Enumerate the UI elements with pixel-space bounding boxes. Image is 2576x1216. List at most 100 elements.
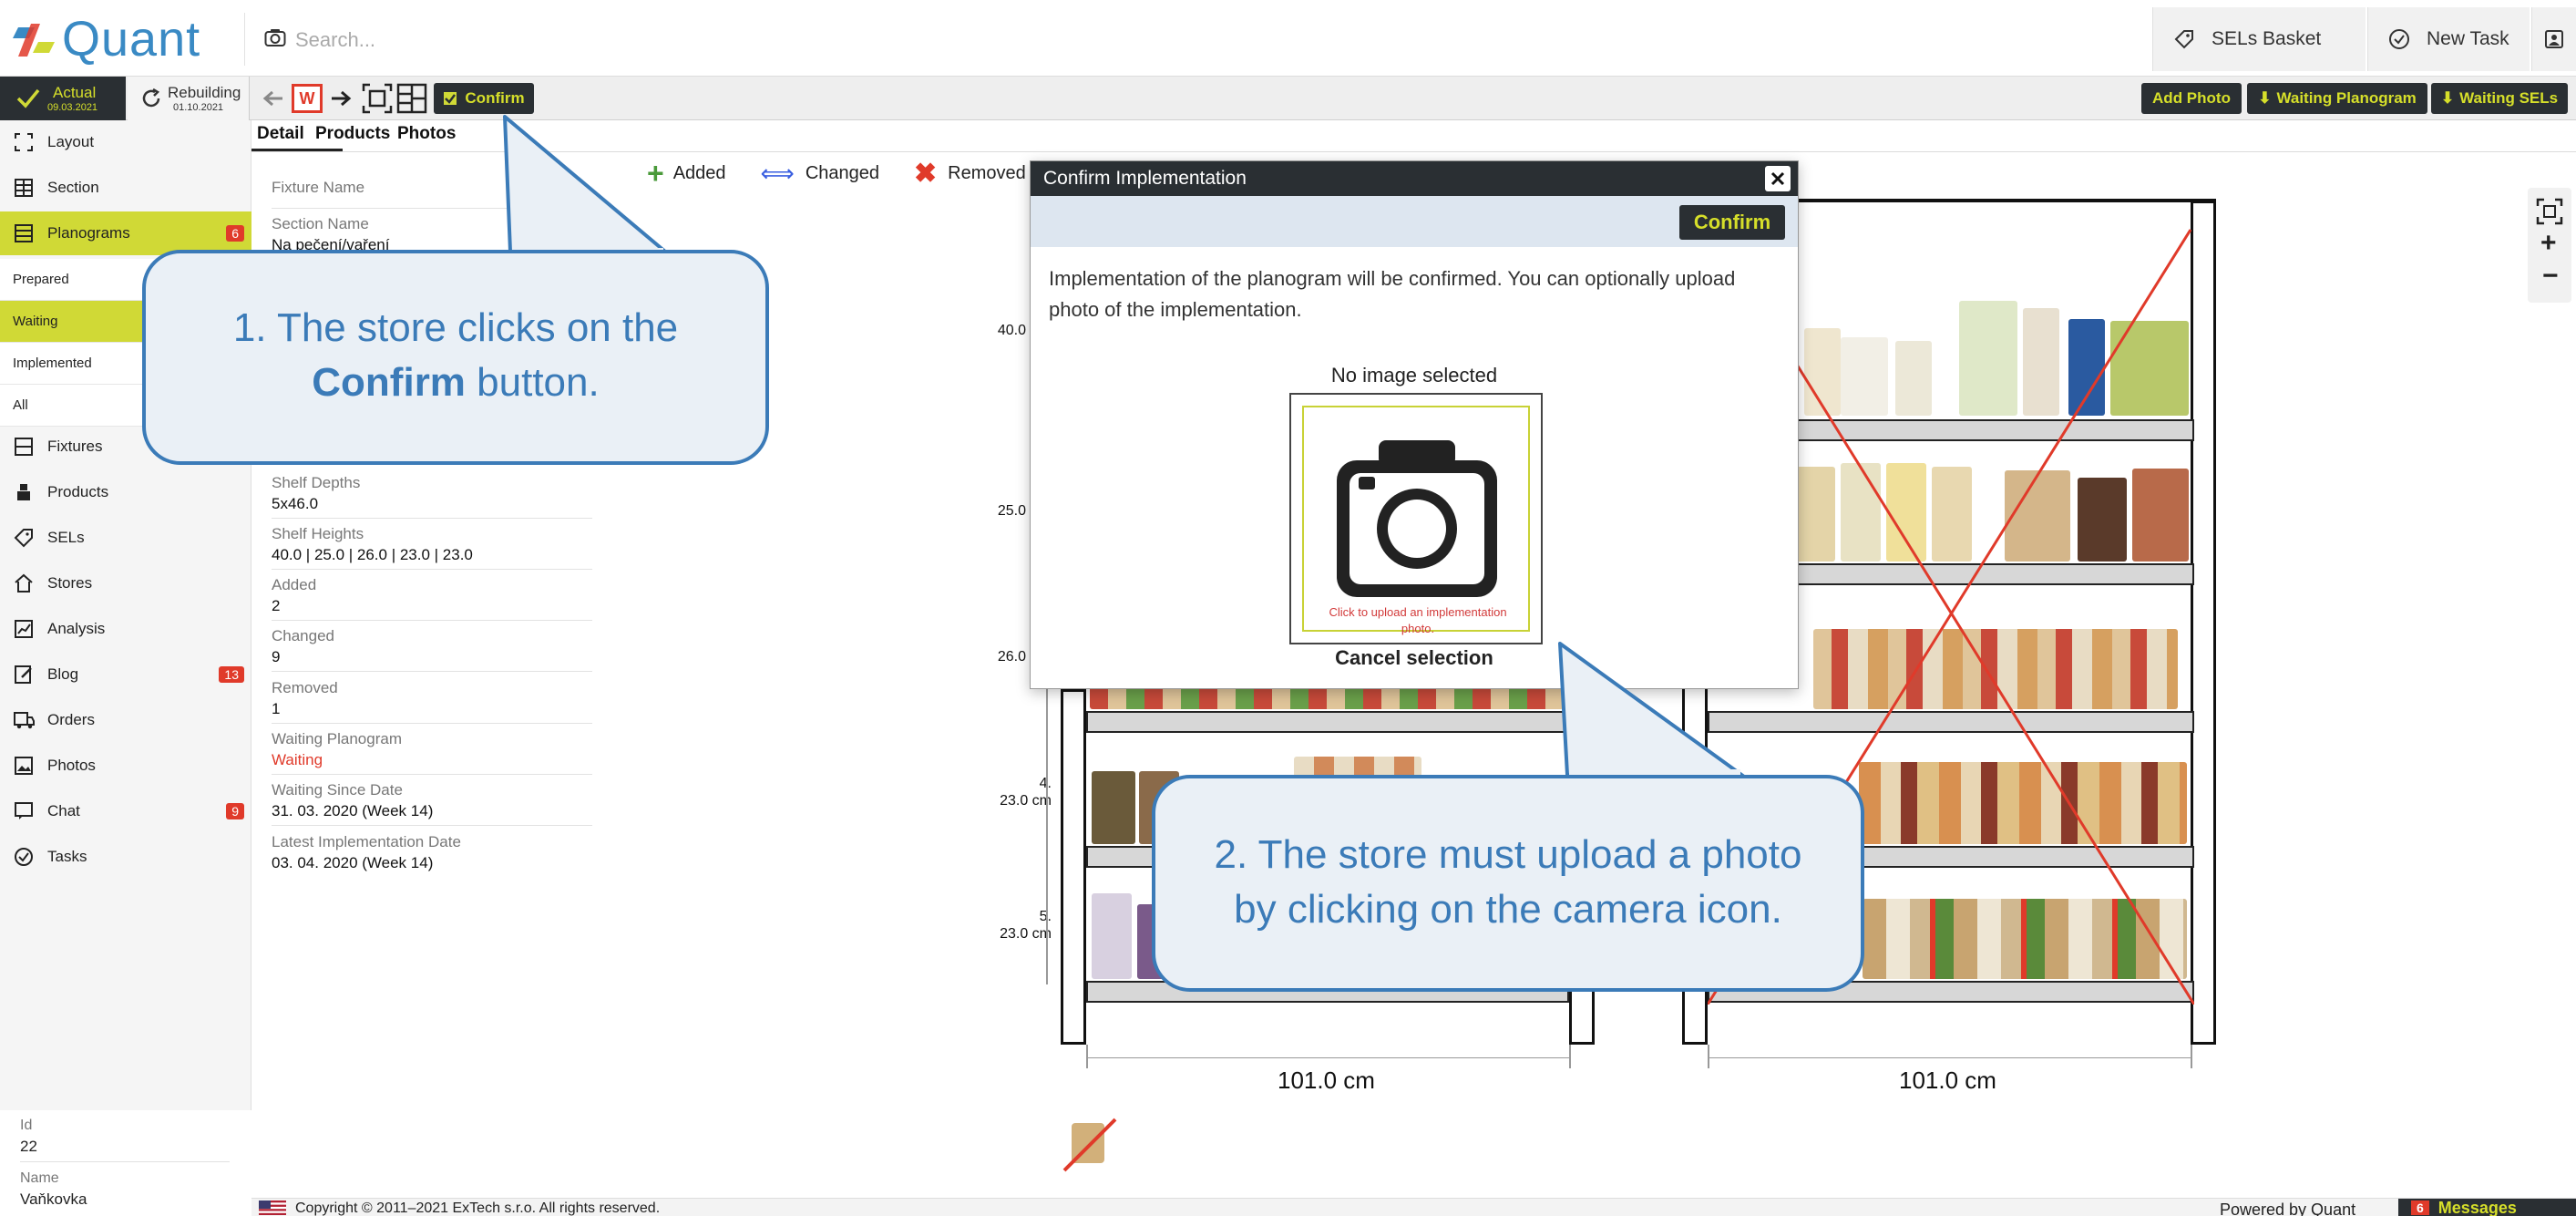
zoom-out-icon[interactable]: −: [2542, 261, 2559, 292]
refresh-icon: [142, 88, 160, 108]
sidebar-item-blog[interactable]: Blog 13: [0, 653, 251, 696]
shelf-depths-value: 5x46.0: [272, 495, 319, 512]
waiting-sels-button[interactable]: ⬇ Waiting SELs: [2431, 83, 2568, 114]
waiting-sels-label: Waiting SELs: [2459, 89, 2559, 107]
row-divider: [272, 671, 592, 672]
toolbar-confirm-button[interactable]: Confirm: [434, 83, 534, 114]
dimension-line: [1086, 1057, 1571, 1058]
row-divider: [272, 569, 592, 570]
layout-icon: [15, 133, 33, 151]
added-label: Added: [272, 576, 317, 593]
dimension-tick: [1708, 1045, 1709, 1068]
fit-view-icon[interactable]: [361, 82, 394, 115]
checkbox-icon: [444, 92, 457, 105]
row-divider: [272, 723, 592, 724]
search-input[interactable]: [295, 22, 1115, 58]
rebuilding-date: 01.10.2021: [173, 102, 224, 113]
waiting-planogram-status: Waiting: [272, 751, 323, 768]
tab-products[interactable]: Products: [315, 124, 390, 144]
check-circle-icon: [2389, 29, 2409, 49]
rebuilding-label: Rebuilding: [168, 84, 241, 101]
zoom-controls: + −: [2528, 188, 2571, 303]
section-icon: [15, 179, 33, 197]
remove-x-icon: ✖: [914, 159, 938, 189]
camera-search-icon[interactable]: [264, 27, 286, 47]
products-icon: [17, 484, 30, 500]
dimension-tick: [1086, 1045, 1088, 1068]
actual-version-button[interactable]: Actual 09.03.2021: [0, 77, 126, 120]
waiting-planogram-label: Waiting Planogram: [2276, 89, 2417, 107]
actual-label: Actual: [53, 84, 97, 101]
planograms-badge: 6: [226, 225, 244, 242]
fullscreen-icon[interactable]: [2535, 197, 2564, 226]
store-icon: [15, 573, 33, 593]
sidebar-item-photos[interactable]: Photos: [0, 744, 251, 788]
waiting-planogram-button[interactable]: ⬇ Waiting Planogram: [2247, 83, 2427, 114]
sidebar-item-label: Fixtures: [47, 438, 103, 455]
callout-1-rest: button.: [465, 360, 600, 405]
dimension-tick: [1569, 1045, 1571, 1068]
changed-value: 9: [272, 648, 281, 665]
sidebar-item-orders[interactable]: Orders: [0, 698, 251, 742]
row-divider: [272, 620, 592, 621]
sidebar-item-label: Photos: [47, 757, 96, 774]
sidebar-item-sels[interactable]: SELs: [0, 516, 251, 560]
app-logo-text[interactable]: Quant: [62, 11, 200, 67]
row-divider: [272, 518, 592, 519]
dimension-tick: [2191, 1045, 2192, 1068]
dialog-description: Implementation of the planogram will be …: [1049, 267, 1736, 321]
new-task-button[interactable]: New Task: [2367, 7, 2530, 71]
user-profile-button[interactable]: [2531, 7, 2576, 71]
sidebar-item-label: Planograms: [47, 224, 130, 242]
sidebar-item-planograms[interactable]: Planograms 6: [0, 211, 251, 255]
sidebar-item-tasks[interactable]: Tasks: [0, 835, 251, 879]
messages-button[interactable]: 6 Messages: [2398, 1199, 2576, 1216]
close-icon: [1770, 171, 1785, 186]
sidebar-item-chat[interactable]: Chat 9: [0, 789, 251, 833]
upload-photo-area[interactable]: Click to upload an implementation photo.: [1289, 393, 1543, 644]
shelf-heights-value: 40.0 | 25.0 | 26.0 | 23.0 | 23.0: [272, 546, 473, 563]
zoom-in-icon[interactable]: +: [2540, 228, 2557, 259]
quant-logo-icon: [13, 24, 55, 57]
camera-icon[interactable]: [1333, 438, 1501, 599]
toolbar-confirm-label: Confirm: [465, 89, 525, 107]
shelf-view-icon[interactable]: [395, 82, 428, 115]
upload-hint-text: Click to upload an implementation photo.: [1329, 605, 1507, 635]
sidebar-item-analysis[interactable]: Analysis: [0, 607, 251, 651]
download-icon: ⬇: [2258, 89, 2272, 107]
sidebar-item-products[interactable]: Products: [0, 470, 251, 514]
us-flag-icon[interactable]: [259, 1201, 286, 1215]
add-photo-button[interactable]: Add Photo: [2141, 83, 2242, 114]
arrow-left-icon[interactable]: [262, 89, 284, 108]
legend-removed: Removed: [948, 163, 1026, 183]
user-profile-icon: [2545, 30, 2563, 48]
new-task-label: New Task: [2427, 28, 2509, 49]
legend-changed: Changed: [805, 163, 879, 183]
shelf-heights-label: Shelf Heights: [272, 525, 364, 542]
fixture-name-label: Fixture Name: [272, 179, 365, 196]
sels-basket-button[interactable]: SELs Basket: [2152, 7, 2366, 71]
tab-photos[interactable]: Photos: [397, 124, 456, 144]
rebuilding-version-button[interactable]: Rebuilding 01.10.2021: [128, 77, 250, 120]
confirm-implementation-dialog: Confirm Implementation Confirm Implement…: [1030, 160, 1799, 689]
sidebar-item-layout[interactable]: Layout: [0, 120, 251, 164]
callout-step-1: 1. The store clicks on the Confirm butto…: [142, 250, 769, 465]
footer: Copyright © 2011–2021 ExTech s.r.o. All …: [251, 1198, 2576, 1216]
sidebar-item-section[interactable]: Section: [0, 166, 251, 210]
sidebar-item-stores[interactable]: Stores: [0, 562, 251, 605]
arrow-right-icon[interactable]: [330, 89, 352, 108]
sidebar-item-label: SELs: [47, 529, 85, 546]
sidebar-item-label: Blog: [47, 665, 79, 683]
row-divider: [272, 825, 592, 826]
dialog-title: Confirm Implementation: [1031, 161, 1798, 196]
tab-detail[interactable]: Detail: [257, 124, 304, 144]
fixture-post: [1061, 689, 1086, 1045]
swap-arrows-icon: ⟺: [760, 160, 795, 187]
callout-1-line2: Confirm button.: [146, 356, 765, 410]
callout-2-line2: by clicking on the camera icon.: [1234, 887, 1782, 932]
sidebar-item-label: Analysis: [47, 620, 106, 637]
close-dialog-button[interactable]: [1765, 166, 1791, 191]
removed-value: 1: [272, 700, 281, 717]
w-version-button[interactable]: W: [292, 84, 323, 113]
dialog-confirm-button[interactable]: Confirm: [1679, 205, 1785, 240]
